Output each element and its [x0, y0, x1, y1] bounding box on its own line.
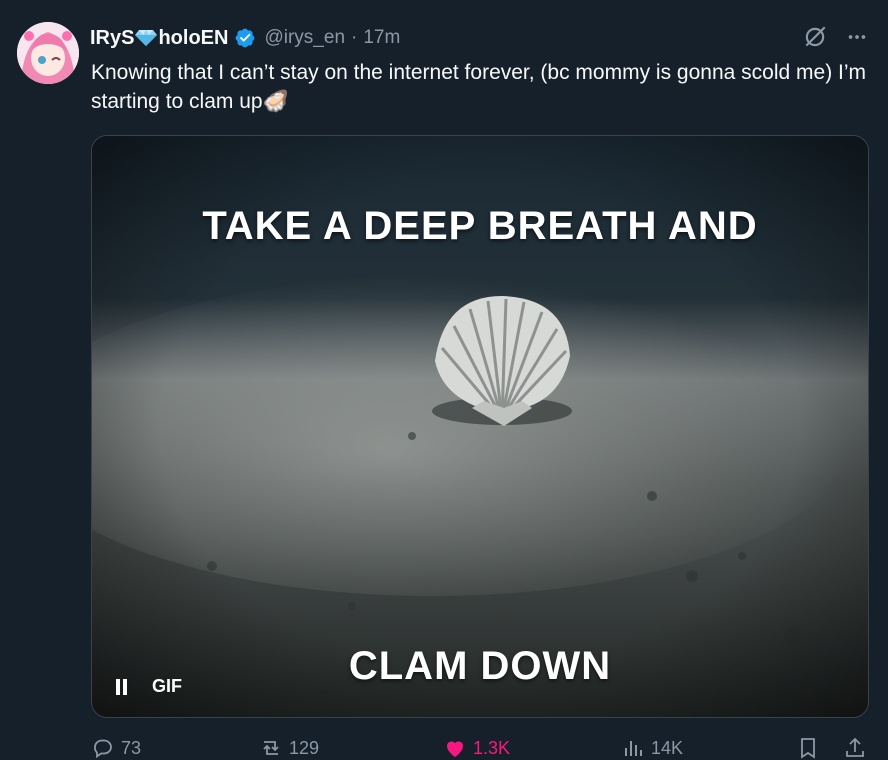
- views-button[interactable]: 14K: [621, 736, 683, 760]
- display-name-right: holoEN: [158, 26, 229, 49]
- heart-icon: [447, 741, 463, 757]
- gif-caption-bottom: CLAM DOWN: [348, 644, 612, 688]
- views-icon: [625, 741, 642, 756]
- like-button[interactable]: 1.3K: [443, 736, 510, 760]
- pause-icon[interactable]: [116, 678, 130, 695]
- repost-count: 129: [289, 737, 320, 758]
- share-icon: [846, 737, 864, 757]
- user-handle[interactable]: @irys_en: [264, 27, 345, 49]
- reply-count: 73: [121, 737, 142, 758]
- reply-icon: [94, 739, 112, 759]
- header-actions: [802, 24, 868, 50]
- grok-icon[interactable]: [802, 24, 828, 50]
- oyster-emoji: 🦪: [262, 90, 289, 113]
- reply-button[interactable]: 73: [91, 736, 141, 760]
- view-count: 14K: [651, 737, 684, 758]
- more-icon[interactable]: [846, 26, 868, 48]
- display-name[interactable]: IRyS holoEN: [90, 27, 256, 50]
- like-count: 1.3K: [473, 737, 511, 758]
- avatar-image: [17, 22, 79, 84]
- separator-dot: ·: [351, 27, 358, 48]
- tweet-header: IRyS holoEN @irys_en · 17m: [90, 22, 868, 54]
- gif-controls: GIF: [116, 676, 182, 697]
- bookmark-icon: [801, 738, 815, 759]
- display-name-left: IRyS: [90, 26, 135, 49]
- timestamp[interactable]: 17m: [363, 27, 400, 49]
- bookmark-button[interactable]: [796, 736, 820, 760]
- tweet-body: Knowing that I can’t stay on the interne…: [91, 61, 867, 113]
- gif-badge: GIF: [152, 676, 182, 696]
- gif-caption-top: TAKE A DEEP BREATH AND: [202, 204, 758, 248]
- avatar[interactable]: [17, 22, 79, 84]
- share-button[interactable]: [843, 736, 867, 760]
- tweet-actions: 73 129 1.3K 14K: [91, 736, 868, 760]
- repost-icon: [263, 741, 279, 755]
- repost-button[interactable]: 129: [259, 736, 319, 760]
- verified-badge-icon[interactable]: [234, 27, 256, 49]
- tweet-text: Knowing that I can’t stay on the interne…: [91, 58, 871, 116]
- gif-media[interactable]: TAKE A DEEP BREATH AND CLAM DOWN GIF: [91, 135, 869, 718]
- gem-icon: [135, 30, 158, 46]
